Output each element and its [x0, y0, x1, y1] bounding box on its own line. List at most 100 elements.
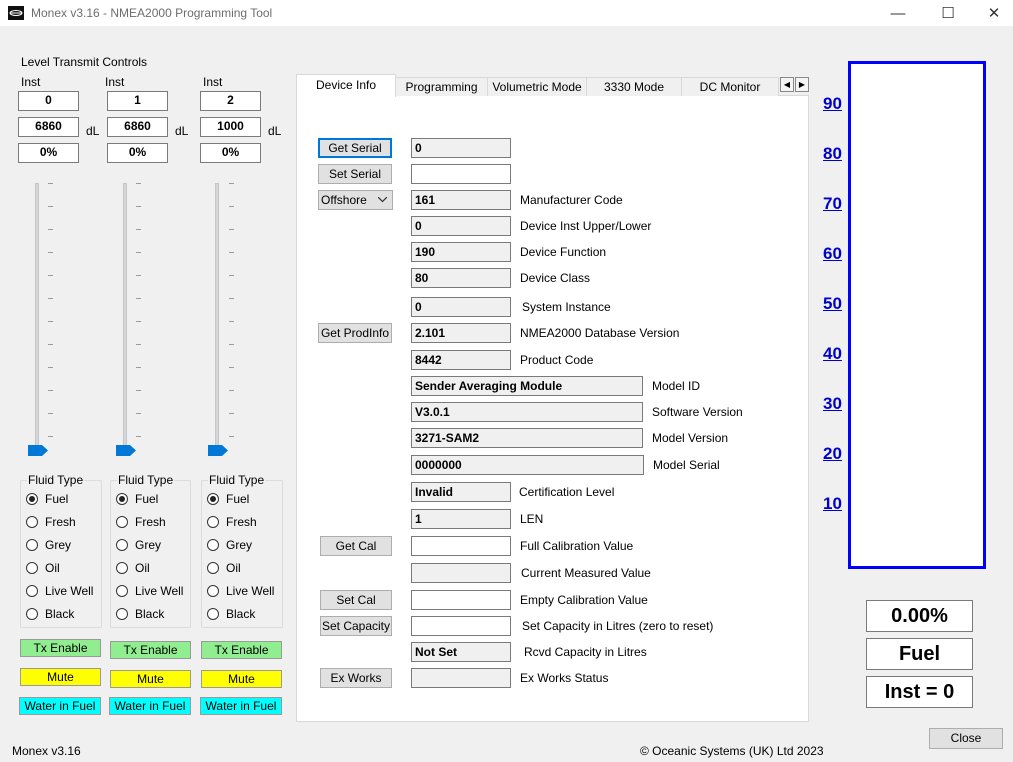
water-in-fuel-button-1[interactable]: Water in Fuel: [109, 697, 191, 715]
minimize-icon: —: [890, 4, 906, 22]
empty-cal-input[interactable]: [411, 590, 511, 610]
level-value-0[interactable]: 6860: [18, 117, 79, 137]
model-id-value: Sender Averaging Module: [411, 376, 643, 396]
model-serial-label: Model Serial: [653, 458, 720, 472]
minimize-button[interactable]: —: [875, 0, 921, 26]
level-slider-track-0[interactable]: [35, 183, 39, 453]
radio-circle-icon: [207, 515, 219, 528]
cert-level-label: Certification Level: [519, 485, 615, 499]
radio-label: Black: [135, 606, 165, 621]
tx-enable-button-2[interactable]: Tx Enable: [201, 641, 282, 659]
tx-enable-button-0[interactable]: Tx Enable: [20, 639, 101, 657]
radio-fuel-1[interactable]: Fuel: [116, 490, 158, 507]
set-capacity-input[interactable]: [411, 616, 511, 636]
radio-live-well-1[interactable]: Live Well: [116, 582, 183, 599]
radio-circle-icon: [26, 515, 38, 528]
tab-3330-mode[interactable]: 3330 Mode: [586, 77, 682, 96]
radio-label: Live Well: [45, 583, 94, 598]
radio-grey-1[interactable]: Grey: [116, 536, 161, 553]
level-value-1[interactable]: 6860: [107, 117, 168, 137]
ex-works-status-value: [411, 668, 511, 688]
set-cal-button[interactable]: Set Cal: [320, 590, 392, 610]
maximize-icon: ☐: [941, 5, 955, 22]
arrow-right-icon: ▶: [798, 80, 806, 89]
maximize-button[interactable]: ☐: [925, 0, 971, 26]
radio-label: Fresh: [45, 514, 76, 529]
inst-value-0[interactable]: 0: [18, 91, 79, 111]
get-prodinfo-button[interactable]: Get ProdInfo: [318, 323, 392, 343]
radio-label: Black: [226, 606, 256, 621]
close-icon: ✕: [987, 5, 1001, 22]
level-slider-track-2[interactable]: [215, 183, 219, 453]
tab-scroll-left-button[interactable]: ◀: [780, 77, 794, 92]
water-in-fuel-button-0[interactable]: Water in Fuel: [19, 697, 101, 715]
radio-label: Grey: [45, 537, 72, 552]
tank-scale-50: 50: [823, 294, 842, 313]
unit-label-1: dL: [175, 124, 189, 138]
tab-programming[interactable]: Programming: [395, 77, 488, 96]
version-label: Monex v3.16: [12, 744, 81, 758]
radio-label: Live Well: [135, 583, 184, 598]
manufacturer-code-label: Manufacturer Code: [520, 193, 623, 207]
radio-oil-1[interactable]: Oil: [116, 559, 150, 576]
offshore-dropdown[interactable]: Offshore: [318, 190, 393, 210]
model-id-label: Model ID: [652, 379, 701, 393]
radio-fuel-2[interactable]: Fuel: [207, 490, 249, 507]
mute-button-2[interactable]: Mute: [201, 670, 282, 688]
radio-circle-icon: [207, 584, 219, 597]
get-serial-button[interactable]: Get Serial: [318, 138, 392, 158]
ex-works-status-label: Ex Works Status: [520, 671, 609, 685]
close-window-button[interactable]: ✕: [971, 0, 1013, 26]
set-serial-button[interactable]: Set Serial: [318, 164, 392, 184]
radio-live-well-2[interactable]: Live Well: [207, 582, 274, 599]
percent-value-0: 0%: [18, 143, 79, 163]
radio-black-1[interactable]: Black: [116, 605, 164, 622]
radio-oil-0[interactable]: Oil: [26, 559, 60, 576]
arrow-left-icon: ◀: [783, 80, 791, 89]
radio-grey-2[interactable]: Grey: [207, 536, 252, 553]
radio-black-0[interactable]: Black: [26, 605, 74, 622]
radio-live-well-0[interactable]: Live Well: [26, 582, 93, 599]
mute-button-1[interactable]: Mute: [110, 670, 191, 688]
tab-volumetric-mode[interactable]: Volumetric Mode: [487, 77, 587, 96]
mute-button-0[interactable]: Mute: [20, 668, 101, 686]
slider-thumb-2[interactable]: [208, 445, 228, 456]
set-capacity-button[interactable]: Set Capacity: [320, 616, 392, 636]
fluid-type-label-1: Fluid Type: [117, 473, 175, 487]
percent-value-2: 0%: [200, 143, 261, 163]
get-cal-button[interactable]: Get Cal: [320, 536, 392, 556]
radio-fuel-0[interactable]: Fuel: [26, 490, 68, 507]
radio-circle-icon: [116, 607, 128, 620]
water-in-fuel-button-2[interactable]: Water in Fuel: [200, 697, 282, 715]
current-measured-label: Current Measured Value: [521, 566, 651, 580]
radio-black-2[interactable]: Black: [207, 605, 255, 622]
radio-label: Fuel: [226, 491, 250, 506]
radio-fresh-1[interactable]: Fresh: [116, 513, 166, 530]
radio-grey-0[interactable]: Grey: [26, 536, 71, 553]
radio-fresh-0[interactable]: Fresh: [26, 513, 76, 530]
radio-circle-icon: [26, 607, 38, 620]
tab-dc-monitor[interactable]: DC Monitor: [681, 77, 779, 96]
tank-scale-70: 70: [823, 194, 842, 213]
device-function-value: 190: [411, 242, 511, 262]
set-serial-input[interactable]: [411, 164, 511, 184]
inst-value-1[interactable]: 1: [107, 91, 168, 111]
close-button[interactable]: Close: [929, 728, 1003, 749]
radio-oil-2[interactable]: Oil: [207, 559, 241, 576]
tank-fluid-display: Fuel: [866, 638, 973, 670]
radio-circle-icon: [207, 492, 219, 505]
level-value-2[interactable]: 1000: [200, 117, 261, 137]
inst-value-2[interactable]: 2: [200, 91, 261, 111]
unit-label-2: dL: [268, 124, 282, 138]
tx-enable-button-1[interactable]: Tx Enable: [110, 641, 191, 659]
full-cal-input[interactable]: [411, 536, 511, 556]
serial-value: 0: [411, 138, 511, 158]
slider-thumb-0[interactable]: [28, 445, 48, 456]
slider-thumb-1[interactable]: [116, 445, 136, 456]
level-slider-track-1[interactable]: [123, 183, 127, 453]
ex-works-button[interactable]: Ex Works: [320, 668, 392, 688]
tab-device-info[interactable]: Device Info: [296, 74, 396, 97]
device-class-value: 80: [411, 268, 511, 288]
radio-fresh-2[interactable]: Fresh: [207, 513, 257, 530]
tab-scroll-right-button[interactable]: ▶: [795, 77, 809, 92]
